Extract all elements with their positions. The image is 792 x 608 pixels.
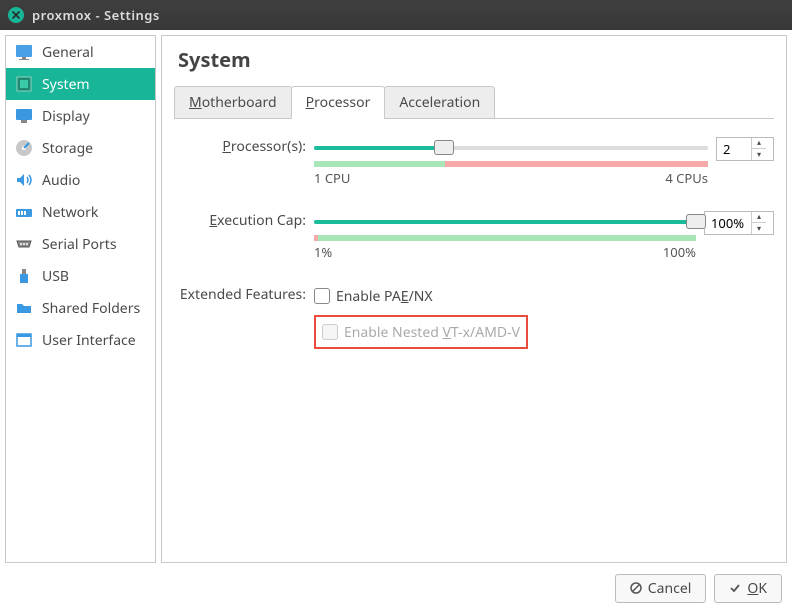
network-icon xyxy=(12,200,36,224)
execution-cap-slider[interactable] xyxy=(314,211,696,231)
sidebar-label: Serial Ports xyxy=(42,235,117,254)
sidebar-item-storage[interactable]: Storage xyxy=(6,132,155,164)
sidebar-label: User Interface xyxy=(42,331,136,350)
processors-value[interactable] xyxy=(717,140,751,158)
checkbox-label: Enable Nested VT-x/AMD-V xyxy=(344,323,520,342)
window-title: proxmox - Settings xyxy=(32,6,160,24)
checkbox-icon xyxy=(314,288,330,304)
checkbox-nested-vt: Enable Nested VT-x/AMD-V xyxy=(322,321,520,343)
serial-icon xyxy=(12,232,36,256)
ui-icon xyxy=(12,328,36,352)
spin-down-icon[interactable]: ▾ xyxy=(752,149,766,160)
checkbox-pae-nx[interactable]: Enable PAE/NX xyxy=(314,285,774,307)
sidebar-item-network[interactable]: Network xyxy=(6,196,155,228)
sidebar-label: USB xyxy=(42,267,69,286)
sidebar-label: Shared Folders xyxy=(42,299,140,318)
tab-label: otherboard xyxy=(202,93,277,112)
sidebar-label: Network xyxy=(42,203,98,222)
spin-up-icon[interactable]: ▴ xyxy=(752,138,766,149)
ok-icon xyxy=(729,582,741,594)
folder-icon xyxy=(12,296,36,320)
display-icon xyxy=(12,104,36,128)
processors-label: Processor(s): xyxy=(174,137,314,156)
button-label: Cancel xyxy=(648,579,692,598)
ok-button[interactable]: OK xyxy=(714,574,782,603)
execution-cap-label: Execution Cap: xyxy=(174,211,314,230)
sidebar-item-usb[interactable]: USB xyxy=(6,260,155,292)
system-icon xyxy=(12,72,36,96)
proc-min-label: 1 CPU xyxy=(314,169,350,187)
sidebar-label: General xyxy=(42,43,94,62)
tab-acceleration[interactable]: Acceleration xyxy=(384,86,495,119)
tab-bar: Motherboard Processor Acceleration xyxy=(174,85,774,119)
sidebar-label: Audio xyxy=(42,171,80,190)
content-panel: System Motherboard Processor Acceleratio… xyxy=(161,35,787,563)
tab-label: Acceleration xyxy=(399,93,480,112)
sidebar-item-general[interactable]: General xyxy=(6,36,155,68)
sidebar-item-display[interactable]: Display xyxy=(6,100,155,132)
sidebar-item-system[interactable]: System xyxy=(6,68,155,100)
tab-label: rocessor xyxy=(314,93,370,112)
sidebar-label: Storage xyxy=(42,139,93,158)
exec-max-label: 100% xyxy=(663,243,696,261)
sidebar-label: System xyxy=(42,75,90,94)
extended-features-label: Extended Features: xyxy=(174,285,314,304)
sidebar-item-serial-ports[interactable]: Serial Ports xyxy=(6,228,155,260)
exec-zone-bar xyxy=(314,235,696,241)
usb-icon xyxy=(12,264,36,288)
page-title: System xyxy=(174,46,774,73)
proc-max-label: 4 CPUs xyxy=(665,169,708,187)
titlebar: proxmox - Settings xyxy=(0,0,792,30)
execution-cap-spinbox[interactable]: ▴▾ xyxy=(704,211,774,235)
close-icon[interactable] xyxy=(8,7,24,23)
sidebar-item-user-interface[interactable]: User Interface xyxy=(6,324,155,356)
settings-sidebar: General System Display Storage Audio Net… xyxy=(5,35,156,563)
audio-icon xyxy=(12,168,36,192)
tab-motherboard[interactable]: Motherboard xyxy=(174,86,292,119)
processors-zone-bar xyxy=(314,161,708,167)
spin-up-icon[interactable]: ▴ xyxy=(752,212,766,223)
sidebar-item-shared-folders[interactable]: Shared Folders xyxy=(6,292,155,324)
tab-processor[interactable]: Processor xyxy=(291,86,386,119)
sidebar-item-audio[interactable]: Audio xyxy=(6,164,155,196)
execution-cap-value[interactable] xyxy=(705,214,751,232)
storage-icon xyxy=(12,136,36,160)
exec-min-label: 1% xyxy=(314,243,332,261)
processors-slider[interactable] xyxy=(314,137,708,157)
button-label: OK xyxy=(747,579,767,598)
processors-spinbox[interactable]: ▴▾ xyxy=(716,137,774,161)
sidebar-label: Display xyxy=(42,107,90,126)
general-icon xyxy=(12,40,36,64)
spin-down-icon[interactable]: ▾ xyxy=(752,223,766,234)
cancel-button[interactable]: Cancel xyxy=(615,574,707,603)
checkbox-label: Enable PAE/NX xyxy=(336,287,433,306)
cancel-icon xyxy=(630,582,642,594)
footer: Cancel OK xyxy=(0,568,792,608)
highlight-nested-vt: Enable Nested VT-x/AMD-V xyxy=(314,315,528,349)
checkbox-icon xyxy=(322,324,338,340)
